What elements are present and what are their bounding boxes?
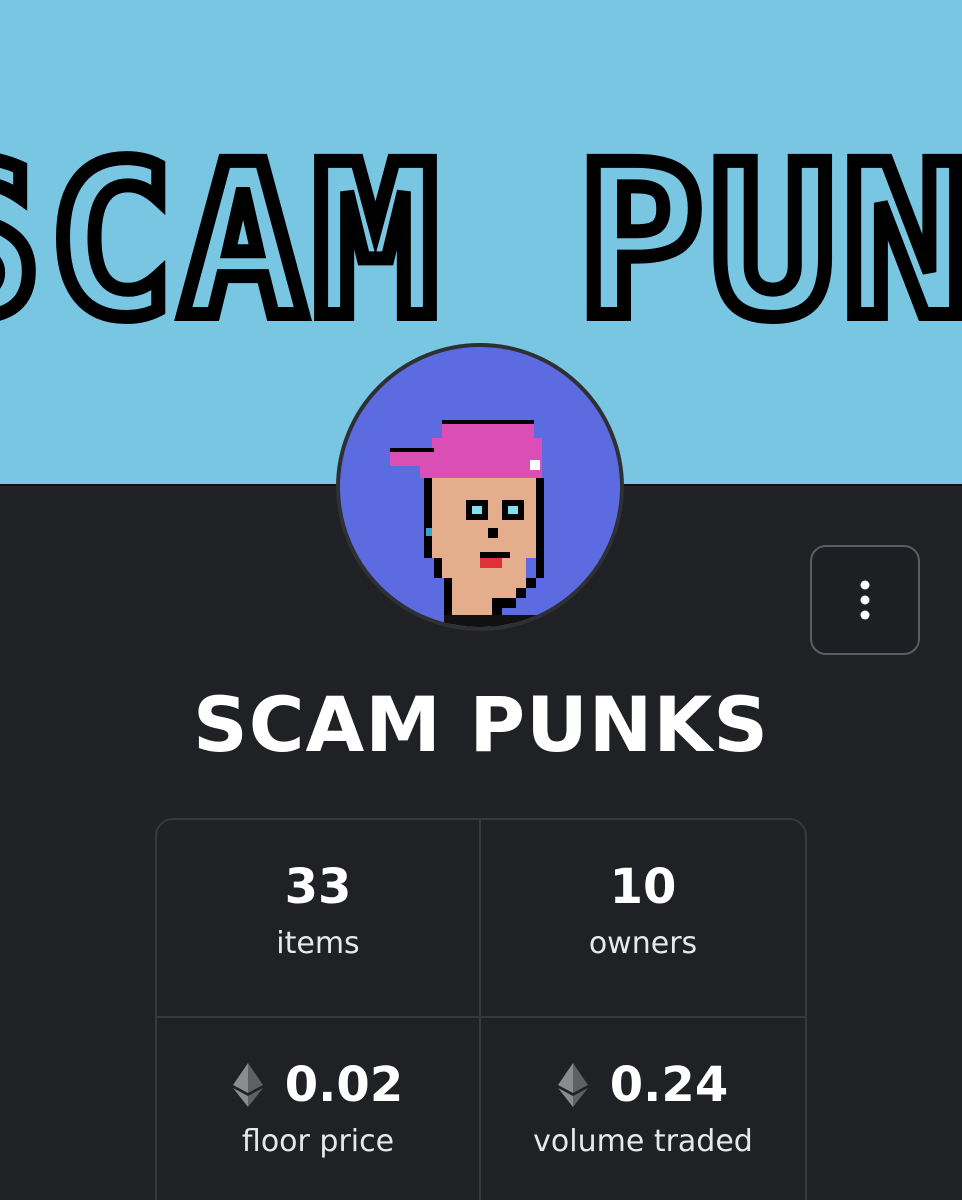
collection-stats: 33 items 10 owners 0.02 floor price 0.24… (155, 818, 807, 1200)
stat-floor-price[interactable]: 0.02 floor price (157, 1018, 481, 1200)
collection-avatar[interactable] (336, 343, 624, 631)
ethereum-icon (232, 1063, 263, 1107)
stat-owners-value: 10 (609, 859, 677, 915)
stat-volume-traded-label: volume traded (533, 1124, 753, 1159)
stat-volume-traded-value: 0.24 (609, 1057, 729, 1113)
vertical-ellipsis-icon (860, 580, 870, 620)
collection-page: SCAM PUNKS (0, 0, 962, 1200)
stat-volume-traded[interactable]: 0.24 volume traded (481, 1018, 805, 1200)
stat-floor-price-label: floor price (241, 1124, 395, 1159)
pixel-punk-avatar-icon (390, 420, 544, 627)
ethereum-icon (557, 1063, 588, 1107)
stat-items-label: items (276, 926, 360, 961)
more-options-button[interactable] (810, 545, 920, 655)
banner-text: SCAM PUNKS (0, 119, 962, 364)
stat-floor-price-value: 0.02 (284, 1057, 404, 1113)
stat-owners[interactable]: 10 owners (481, 820, 805, 1018)
stat-items[interactable]: 33 items (157, 820, 481, 1018)
collection-title: SCAM PUNKS (192, 680, 770, 769)
stat-owners-label: owners (588, 926, 698, 961)
stat-items-value: 33 (284, 859, 352, 915)
